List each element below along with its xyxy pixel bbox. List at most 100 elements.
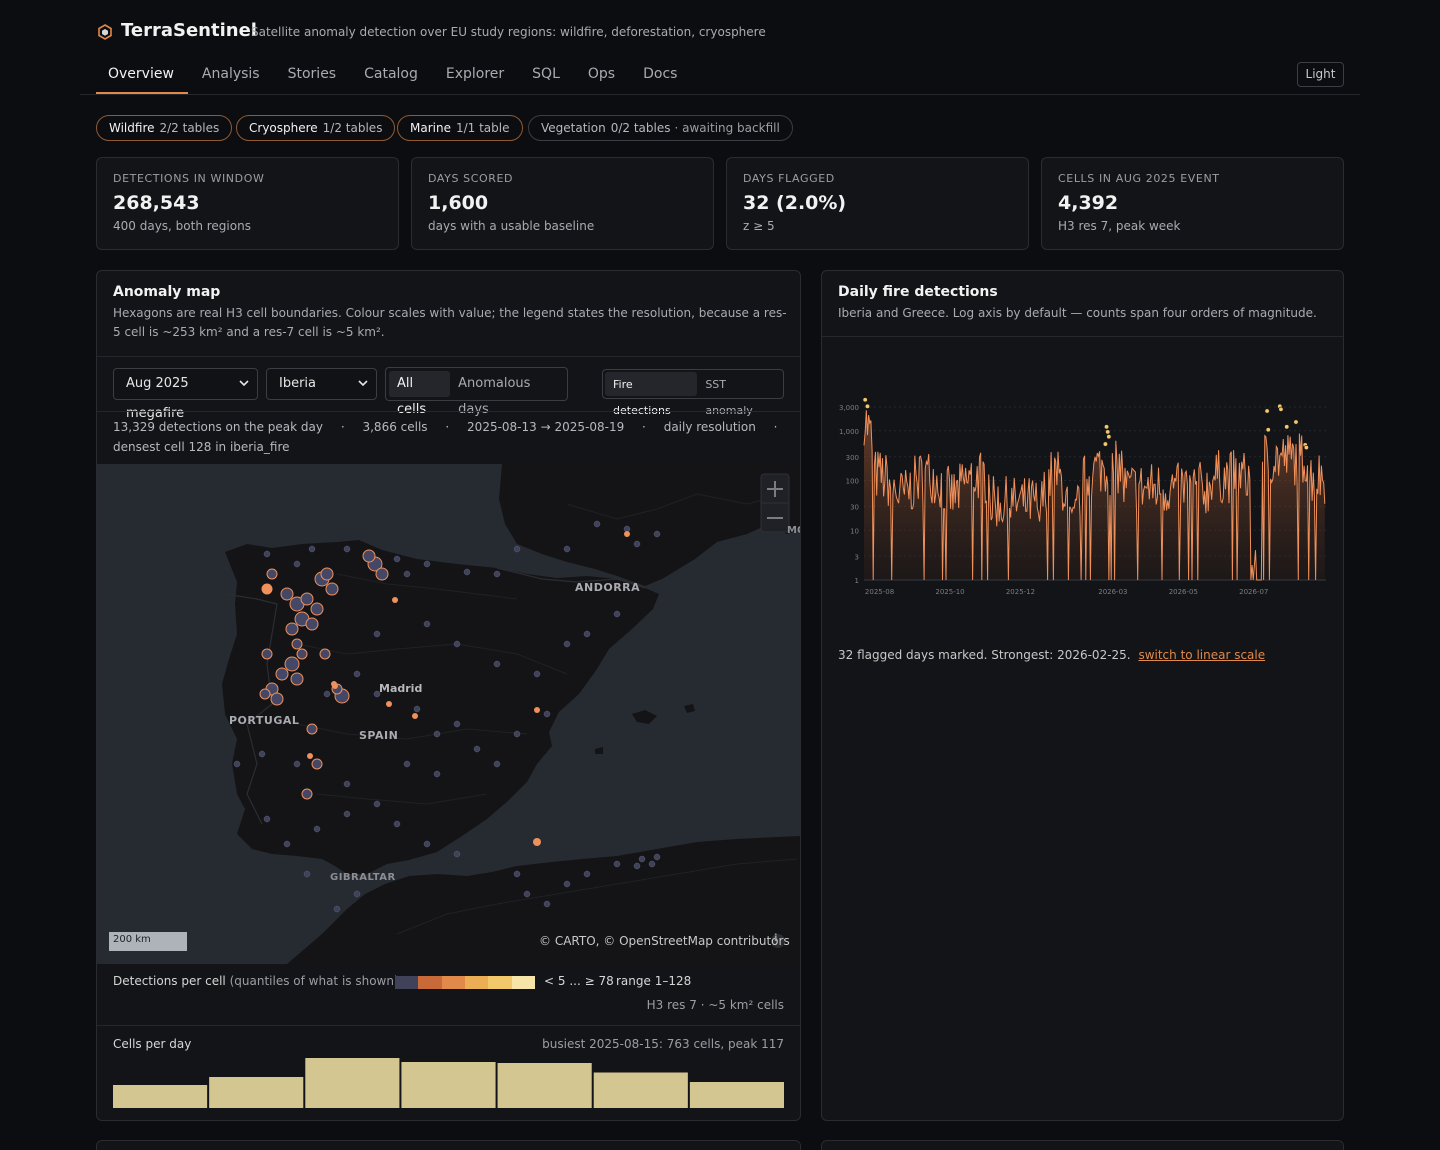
fire-footer-text: 32 flagged days marked. Strongest: 2026-… (838, 648, 1131, 662)
tab-docs[interactable]: Docs (631, 56, 691, 94)
meta-separator: · (642, 420, 646, 434)
flagged-day-marker[interactable] (1264, 408, 1270, 414)
layer-toggle: Fire detections SST anomaly (602, 369, 784, 417)
flagged-day-marker[interactable] (1106, 434, 1112, 440)
chip-note: · awaiting backfill (674, 121, 780, 135)
flagged-day-marker[interactable] (864, 403, 870, 409)
logo-icon (98, 24, 112, 40)
tab-stories[interactable]: Stories (276, 56, 351, 94)
tab-catalog[interactable]: Catalog (352, 56, 432, 94)
legend-color-ramp (395, 976, 535, 989)
chip-count: 2/2 tables (159, 121, 220, 135)
zoom-out-button[interactable] (767, 508, 783, 524)
chip-name: Marine (410, 121, 451, 135)
zoom-in-button[interactable] (767, 476, 783, 492)
map-label-gibraltar: GIBRALTAR (330, 872, 396, 883)
fire-chart-footer: 32 flagged days marked. Strongest: 2026-… (838, 648, 1265, 662)
y-tick-label: 1 (855, 577, 859, 585)
theme-toggle-button[interactable]: Light (1297, 62, 1344, 87)
map-panel-title: Anomaly map (113, 284, 221, 300)
flagged-day-marker[interactable] (1303, 445, 1309, 451)
layer-fire-detections[interactable]: Fire detections (605, 372, 698, 417)
daily-fire-chart[interactable]: 1 3 10 30 100 300 1,000 3,000 2025-08 2025-10 2025… (838, 390, 1333, 602)
stat-card-days-flagged: Days flagged 32 (2.0%) z ≥ 5 (726, 157, 1029, 250)
filter-all-cells[interactable]: All cells (389, 371, 451, 417)
map-canvas (109, 464, 800, 964)
legend-qualifier: (quantiles of what is shown) (229, 974, 399, 988)
fire-panel-title: Daily fire detections (838, 284, 998, 300)
cells-per-day-bar (209, 1077, 304, 1108)
meta-densest: densest cell 128 in iberia_fire (113, 440, 290, 454)
cells-per-day-bar (593, 1072, 688, 1108)
linear-scale-link[interactable]: switch to linear scale (1138, 648, 1265, 662)
legend-range: range 1–128 (616, 974, 692, 988)
header-divider (80, 94, 1360, 95)
flagged-day-marker[interactable] (1104, 424, 1110, 430)
chevron-down-icon (239, 380, 249, 387)
meta-cells: 3,866 cells (362, 420, 428, 434)
chip-wildfire[interactable]: Wildfire 2/2 tables (96, 115, 233, 141)
map-label-portugal: PORTUGAL (229, 714, 300, 727)
x-tick-label: 2025-08 (865, 588, 894, 596)
stat-sub: H3 res 7, peak week (1058, 219, 1181, 233)
chip-name: Wildfire (109, 121, 155, 135)
tab-overview[interactable]: Overview (96, 56, 188, 94)
app-title: TerraSentinel (121, 20, 257, 41)
map-scale-bar: 200 km (113, 934, 151, 945)
filter-anomalous-days[interactable]: Anomalous days (450, 371, 564, 417)
stat-value: 4,392 (1058, 192, 1119, 214)
flagged-day-marker[interactable] (1105, 429, 1111, 435)
cells-per-day-chart (113, 1058, 784, 1108)
stat-sub: z ≥ 5 (743, 219, 775, 233)
layer-sst-anomaly[interactable]: SST anomaly (697, 372, 781, 417)
chevron-down-icon (358, 380, 368, 387)
chip-count: 1/2 tables (322, 121, 383, 135)
tab-analysis[interactable]: Analysis (190, 56, 274, 94)
fire-panel-header: Daily fire detections Iberia and Greece.… (838, 284, 1333, 323)
stat-value: 268,543 (113, 192, 200, 214)
fire-panel-description: Iberia and Greece. Log axis by default —… (838, 306, 1317, 320)
stat-card-days-scored: Days scored 1,600 days with a usable bas… (411, 157, 714, 250)
map-label-spain: SPAIN (359, 729, 399, 742)
tab-ops[interactable]: Ops (576, 56, 629, 94)
info-icon[interactable]: i (774, 933, 777, 944)
meta-separator: · (773, 420, 778, 434)
legend-swatch (488, 976, 512, 989)
stat-label: Detections in window (113, 172, 265, 185)
stat-value: 32 (2.0%) (743, 192, 847, 214)
divider (97, 411, 800, 412)
chip-name: Cryosphere (249, 121, 318, 135)
chip-cryosphere[interactable]: Cryosphere 1/2 tables (236, 115, 396, 141)
x-tick-label: 2026-05 (1169, 588, 1198, 596)
event-select[interactable]: Aug 2025 megafire (113, 368, 258, 421)
stat-card-event-cells: Cells in Aug 2025 event 4,392 H3 res 7, … (1041, 157, 1344, 250)
x-tick-label: 2026-07 (1239, 588, 1268, 596)
cells-per-day-busiest: busiest 2025-08-15: 763 cells, peak 117 (542, 1037, 784, 1051)
legend-swatch (511, 976, 535, 989)
meta-peak: 13,329 detections on the peak day (113, 420, 323, 434)
region-select[interactable]: Iberia (266, 368, 377, 400)
stat-label: Days flagged (743, 172, 835, 185)
chip-name: Vegetation (541, 121, 606, 135)
stat-sub: 400 days, both regions (113, 219, 251, 233)
main-nav: Overview Analysis Stories Catalog Explor… (96, 56, 693, 94)
tab-sql[interactable]: SQL (520, 56, 574, 94)
x-tick-label: 2025-10 (935, 588, 964, 596)
flagged-day-marker[interactable] (1102, 441, 1108, 447)
meta-dates: 2025-08-13 → 2025-08-19 (467, 420, 625, 434)
flagged-day-marker[interactable] (1278, 406, 1284, 412)
flagged-day-marker[interactable] (1293, 419, 1299, 425)
tab-explorer[interactable]: Explorer (434, 56, 518, 94)
flagged-day-marker[interactable] (862, 397, 868, 403)
map-meta: 13,329 detections on the peak day · 3,86… (113, 417, 793, 457)
region-select-value: Iberia (279, 376, 317, 391)
chip-marine[interactable]: Marine 1/1 table (397, 115, 523, 141)
stat-value: 1,600 (428, 192, 489, 214)
flagged-day-marker[interactable] (1265, 427, 1271, 433)
flagged-day-marker[interactable] (1284, 424, 1290, 430)
cells-per-day-title: Cells per day (113, 1037, 192, 1051)
next-panel-right (821, 1140, 1344, 1150)
map-label-madrid: Madrid (379, 682, 423, 695)
chip-vegetation[interactable]: Vegetation 0/2 tables · awaiting backfill (528, 115, 793, 141)
anomaly-map[interactable]: ANDORRA PORTUGAL SPAIN Madrid GIBRALTAR … (97, 464, 800, 964)
